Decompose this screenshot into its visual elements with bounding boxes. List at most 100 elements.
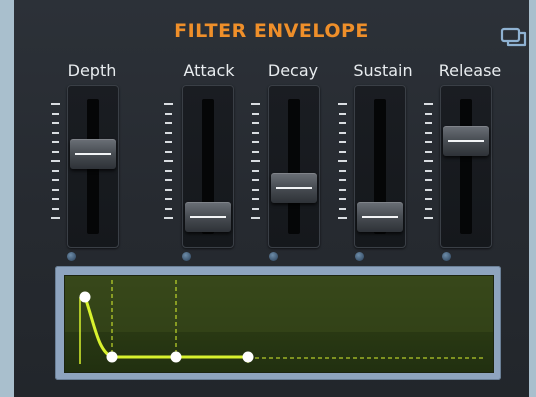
- scale-tick: [52, 141, 59, 143]
- release-scale: [424, 103, 436, 223]
- scale-tick: [252, 131, 259, 134]
- attack-point[interactable]: [79, 291, 91, 303]
- scale-tick: [339, 207, 346, 210]
- scale-tick: [52, 150, 59, 153]
- scale-tick: [165, 150, 172, 153]
- scale-tick: [164, 160, 173, 162]
- filter-envelope-panel: FILTER ENVELOPE Depth Attack Decay Susta…: [14, 0, 529, 397]
- scale-tick: [425, 188, 432, 191]
- scale-tick: [165, 179, 172, 181]
- scale-tick: [339, 131, 346, 134]
- scale-tick: [52, 179, 59, 181]
- scale-tick: [339, 169, 346, 172]
- scale-tick: [425, 207, 432, 210]
- scale-tick: [339, 188, 346, 191]
- release-label: Release: [438, 61, 502, 80]
- scale-tick: [252, 179, 259, 181]
- scale-tick: [165, 188, 172, 191]
- sustain-label: Sustain: [353, 61, 413, 80]
- scale-tick: [165, 198, 172, 200]
- sustain-slider-thumb[interactable]: [357, 202, 403, 232]
- scale-tick: [339, 122, 346, 124]
- scale-tick: [338, 217, 347, 219]
- sustain-led: [355, 252, 364, 261]
- scale-tick: [165, 112, 172, 115]
- decay-slider[interactable]: [268, 85, 320, 248]
- scale-tick: [424, 160, 433, 162]
- scale-tick: [52, 169, 59, 172]
- release-slider-thumb[interactable]: [443, 126, 489, 157]
- scale-tick: [424, 103, 433, 105]
- release-led: [442, 252, 451, 261]
- scale-tick: [339, 179, 346, 181]
- sustain-slider[interactable]: [354, 85, 406, 248]
- decay-led: [269, 252, 278, 261]
- scale-tick: [251, 160, 260, 162]
- sustain-point[interactable]: [170, 351, 182, 363]
- scale-tick: [251, 103, 260, 105]
- scale-tick: [425, 169, 432, 172]
- scale-tick: [425, 112, 432, 115]
- scale-tick: [164, 217, 173, 219]
- scale-tick: [424, 217, 433, 219]
- scale-tick: [51, 103, 60, 105]
- scale-tick: [425, 141, 432, 143]
- scale-tick: [339, 141, 346, 143]
- scale-tick: [425, 179, 432, 181]
- scale-tick: [338, 160, 347, 162]
- scale-tick: [339, 112, 346, 115]
- envelope-display: [64, 275, 494, 373]
- scale-tick: [339, 198, 346, 200]
- scale-tick: [52, 188, 59, 191]
- scale-tick: [252, 188, 259, 191]
- envelope-graph: [65, 276, 493, 364]
- scale-tick: [252, 169, 259, 172]
- release-slider[interactable]: [440, 85, 492, 248]
- attack-scale: [164, 103, 176, 223]
- panel-title: FILTER ENVELOPE: [174, 20, 369, 42]
- scale-tick: [164, 103, 173, 105]
- scale-tick: [252, 141, 259, 143]
- scale-tick: [425, 198, 432, 200]
- depth-label: Depth: [67, 61, 117, 80]
- attack-slider-thumb[interactable]: [185, 202, 231, 232]
- decay-scale: [251, 103, 263, 223]
- release-point[interactable]: [242, 351, 254, 363]
- scale-tick: [252, 198, 259, 200]
- scale-tick: [252, 150, 259, 153]
- scale-tick: [425, 131, 432, 134]
- decay-point[interactable]: [106, 351, 118, 363]
- scale-tick: [52, 122, 59, 124]
- scale-tick: [251, 217, 260, 219]
- scale-tick: [52, 131, 59, 134]
- scale-tick: [51, 217, 60, 219]
- scale-tick: [339, 150, 346, 153]
- scale-tick: [252, 112, 259, 115]
- scale-tick: [425, 122, 432, 124]
- decay-label: Decay: [267, 61, 319, 80]
- attack-led: [182, 252, 191, 261]
- scale-tick: [165, 131, 172, 134]
- slider-track: [288, 99, 300, 234]
- scale-tick: [52, 207, 59, 210]
- depth-slider[interactable]: [67, 85, 119, 248]
- sustain-scale: [338, 103, 350, 223]
- copy-window-icon[interactable]: [498, 24, 528, 50]
- scale-tick: [52, 198, 59, 200]
- depth-scale: [51, 103, 63, 223]
- decay-slider-thumb[interactable]: [271, 172, 317, 203]
- scale-tick: [51, 160, 60, 162]
- scale-tick: [252, 122, 259, 124]
- attack-label: Attack: [183, 61, 235, 80]
- scale-tick: [52, 112, 59, 115]
- scale-tick: [252, 207, 259, 210]
- depth-led: [67, 252, 76, 261]
- scale-tick: [425, 150, 432, 153]
- scale-tick: [338, 103, 347, 105]
- depth-slider-thumb[interactable]: [70, 139, 116, 169]
- scale-tick: [165, 207, 172, 210]
- envelope-display-frame: [55, 266, 501, 380]
- scale-tick: [165, 122, 172, 124]
- scale-tick: [165, 169, 172, 172]
- attack-slider[interactable]: [182, 85, 234, 248]
